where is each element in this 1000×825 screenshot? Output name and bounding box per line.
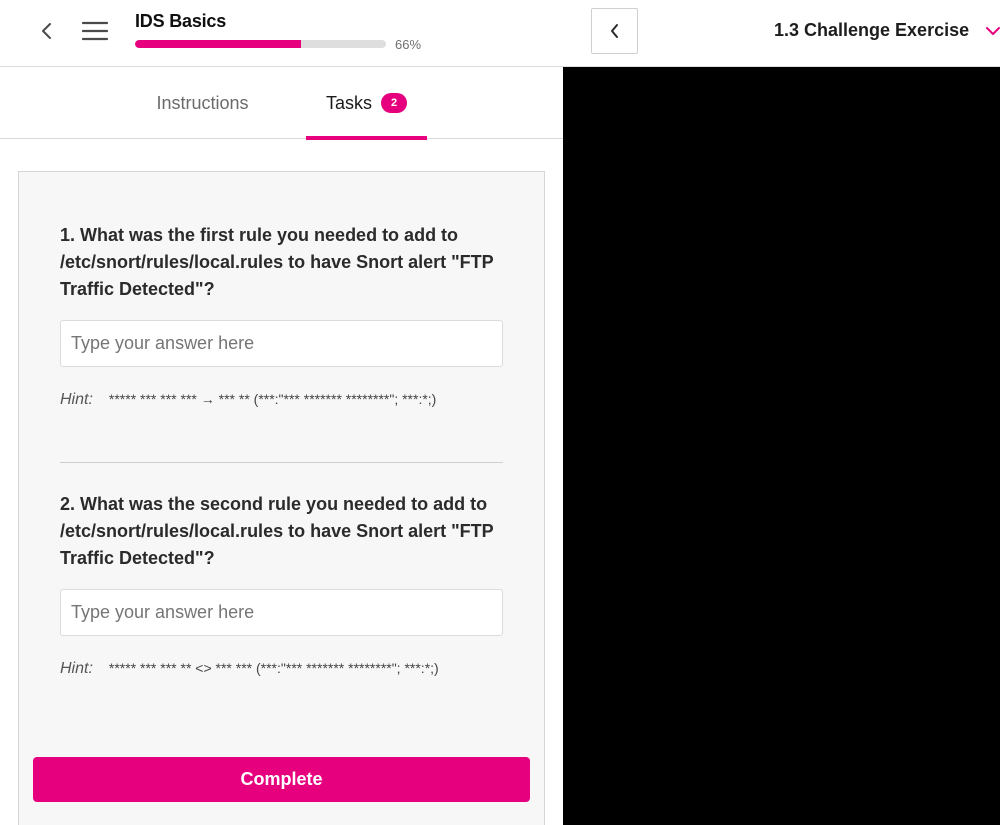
task-1-answer-input[interactable] — [60, 320, 503, 367]
course-progress-label: 66% — [395, 37, 422, 52]
task-1-hint-label: Hint: — [60, 391, 93, 408]
course-progress-fill — [135, 40, 301, 48]
chevron-left-icon — [42, 23, 51, 39]
top-bar: IDS Basics 66% 1.3 Challenge Exercise — [0, 0, 1000, 67]
course-progress-bar — [135, 40, 386, 48]
tab-tasks[interactable]: Tasks 2 — [306, 67, 427, 140]
terminal-pane[interactable] — [563, 67, 1000, 825]
lesson-title[interactable]: 1.3 Challenge Exercise — [774, 20, 969, 41]
hamburger-menu-icon — [81, 21, 109, 41]
tab-bar: Instructions Tasks 2 — [0, 67, 563, 140]
task-panel: Instructions Tasks 2 1. What was the fir… — [0, 67, 563, 825]
chevron-left-icon — [610, 24, 618, 38]
tasks-count-badge: 2 — [381, 93, 407, 113]
tab-tasks-label: Tasks — [325, 92, 372, 113]
task-2-hint: Hint: ***** *** *** ** <> *** *** (***:"*… — [60, 658, 460, 679]
tab-instructions[interactable]: Instructions — [130, 67, 275, 139]
task-divider — [60, 462, 503, 463]
task-1-hint-text: ***** *** *** *** → *** ** (***:"*** ***… — [108, 391, 437, 407]
course-title: IDS Basics — [135, 11, 227, 31]
chevron-down-icon[interactable] — [984, 22, 1000, 40]
tasks-card: 1. What was the first rule you needed to… — [18, 171, 545, 825]
task-1-question: 1. What was the first rule you needed to… — [60, 225, 494, 299]
complete-button[interactable]: Complete — [33, 757, 530, 802]
back-button[interactable] — [33, 16, 61, 46]
tab-instructions-label: Instructions — [156, 92, 249, 113]
task-2-hint-text: ***** *** *** ** <> *** *** (***:"*** **… — [108, 660, 439, 676]
task-2-answer-input[interactable] — [60, 589, 503, 636]
menu-button[interactable] — [80, 17, 110, 45]
task-1-hint: Hint: ***** *** *** *** → *** ** (***:"**… — [60, 389, 460, 410]
previous-lesson-button[interactable] — [591, 8, 638, 54]
task-2-question: 2. What was the second rule you needed t… — [60, 494, 494, 568]
task-2-hint-label: Hint: — [60, 660, 93, 677]
